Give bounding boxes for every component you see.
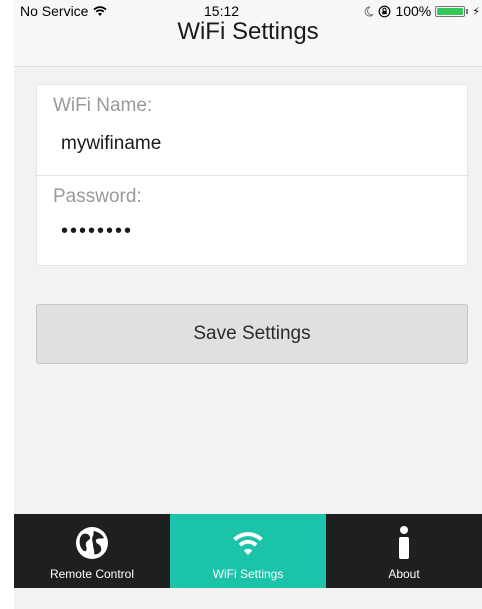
status-carrier: No Service bbox=[20, 3, 108, 19]
tab-bar: Remote Control WiFi Settings About bbox=[14, 514, 482, 588]
tab-wifi-settings[interactable]: WiFi Settings bbox=[170, 514, 326, 588]
tab-label: WiFi Settings bbox=[212, 567, 284, 581]
app-screen: No Service 15:12 100% ⚡ WiFi Settings Wi… bbox=[14, 0, 482, 609]
status-right: 100% ⚡ bbox=[363, 3, 480, 19]
password-label: Password: bbox=[53, 186, 142, 207]
moon-icon bbox=[365, 6, 374, 16]
bottom-strip bbox=[14, 588, 482, 609]
battery-tip bbox=[466, 8, 469, 14]
save-settings-button[interactable]: Save Settings bbox=[36, 304, 468, 364]
globe-icon bbox=[76, 527, 108, 559]
battery-icon bbox=[435, 5, 466, 17]
wifi-name-label: WiFi Name: bbox=[53, 95, 153, 116]
carrier-label: No Service bbox=[20, 3, 89, 19]
wifi-icon bbox=[233, 532, 263, 555]
page-title: WiFi Settings bbox=[177, 18, 319, 45]
wifi-signal-icon bbox=[93, 5, 108, 16]
charging-icon: ⚡ bbox=[472, 5, 480, 18]
rotation-lock-icon bbox=[379, 5, 391, 17]
tab-remote-control[interactable]: Remote Control bbox=[14, 514, 170, 588]
wifi-name-input[interactable] bbox=[61, 133, 441, 155]
navigation-bar: No Service 15:12 100% ⚡ WiFi Settings bbox=[14, 0, 482, 67]
info-icon bbox=[399, 526, 409, 559]
tab-label: Remote Control bbox=[49, 567, 135, 581]
password-field: Password: •••••••• bbox=[37, 176, 467, 266]
wifi-name-field: WiFi Name: bbox=[37, 85, 467, 175]
wifi-form: WiFi Name: Password: •••••••• bbox=[36, 84, 468, 266]
battery-percent: 100% bbox=[395, 3, 432, 19]
status-time: 15:12 bbox=[204, 3, 240, 19]
tab-label: About bbox=[388, 567, 420, 581]
battery-fill bbox=[437, 7, 464, 15]
tab-about[interactable]: About bbox=[326, 514, 482, 588]
password-input[interactable]: •••••••• bbox=[61, 220, 441, 243]
